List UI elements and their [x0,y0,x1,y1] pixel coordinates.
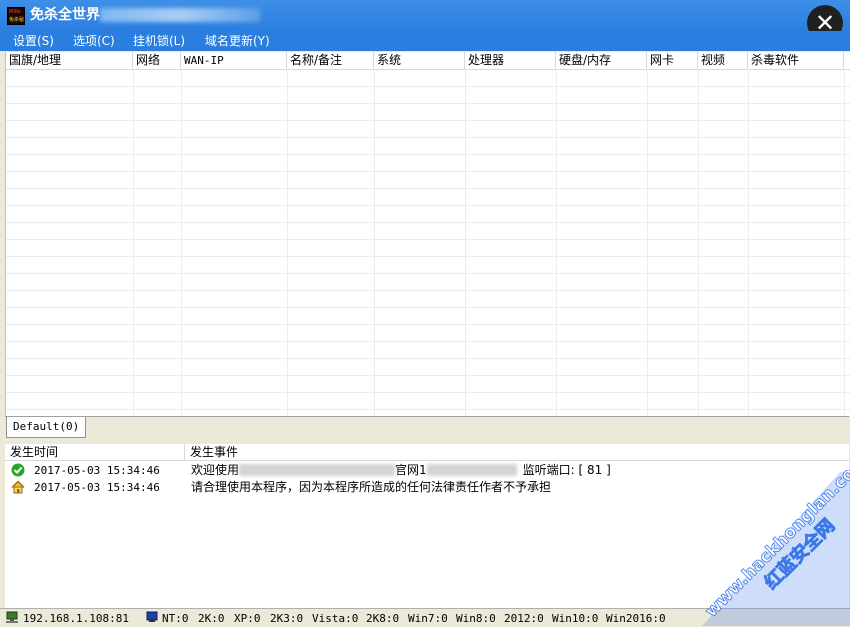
column-header-network[interactable]: 网络 [133,52,181,69]
app-logo-text-top: MiKe [9,9,21,15]
log-row[interactable]: 2017-05-03 15:34:46 请合理使用本程序，因为本程序所造成的任何… [5,479,849,496]
os-count: Vista:0 [312,612,359,625]
os-count: 2012:0 [504,612,544,625]
column-header-flag-geo[interactable]: 国旗/地理 [6,52,133,69]
grid-header: 国旗/地理 网络 WAN-IP 名称/备注 系统 处理器 硬盘/内存 网卡 视频… [6,52,850,70]
log-message: 请合理使用本程序，因为本程序所造成的任何法律责任作者不予承担 [191,480,552,494]
check-icon [11,463,25,477]
os-count: XP:0 [234,612,261,625]
app-logo-icon: MiKe 免杀秘 [7,7,25,25]
log-time: 2017-05-03 15:34:46 [34,481,160,494]
listen-address: 192.168.1.108:81 [23,612,129,625]
log-message-suffix: 监听端口: [ 81 ] [522,463,611,477]
menu-options[interactable]: 选项(C) [73,33,115,49]
log-message-site-fragment: 1 [419,463,427,477]
group-tab-strip: Default(0) [5,416,849,439]
column-header-system[interactable]: 系统 [374,52,465,69]
menu-bar: 设置(S) 选项(C) 挂机锁(L) 域名更新(Y) [0,31,850,51]
grid-column-line [748,69,749,416]
status-bar: 192.168.1.108:81 NT:0 2K:0 XP:0 2K3:0 Vista:… [0,608,850,627]
menu-domain-update[interactable]: 域名更新(Y) [205,33,270,49]
column-header-antivirus[interactable]: 杀毒软件 [748,52,844,69]
log-message-prefix: 欢迎使用 [191,463,240,477]
grid-column-line [287,69,288,416]
log-message-site: 官网 [395,463,420,477]
os-count: Win2016:0 [606,612,666,625]
menu-settings[interactable]: 设置(S) [13,33,54,49]
home-icon [11,480,25,494]
title-redacted-area [100,8,260,22]
log-column-time[interactable]: 发生时间 [5,444,185,461]
grid-column-line [374,69,375,416]
column-header-wan-ip[interactable]: WAN-IP [181,52,287,69]
title-bar: MiKe 免杀秘 免杀全世界 [0,0,850,31]
redacted-text [239,464,396,476]
os-count: Win10:0 [552,612,599,625]
log-time: 2017-05-03 15:34:46 [34,464,160,477]
os-count: 2K3:0 [270,612,304,625]
window-title: 免杀全世界 [30,7,100,23]
os-count: 2K8:0 [366,612,400,625]
column-header-disk-memory[interactable]: 硬盘/内存 [556,52,647,69]
column-header-name-note[interactable]: 名称/备注 [287,52,374,69]
column-header-video[interactable]: 视频 [698,52,748,69]
event-log-list[interactable]: 发生时间 发生事件 2017-05-03 15:34:46 欢迎使用 官网1 监听端… [5,444,849,608]
app-logo-text-bottom: 免杀秘 [9,17,25,23]
menu-hang-lock[interactable]: 挂机锁(L) [133,33,185,49]
computer-icon [146,611,158,622]
column-header-nic[interactable]: 网卡 [647,52,698,69]
grid-column-line [698,69,699,416]
grid-column-line [133,69,134,416]
os-count: Win7:0 [408,612,448,625]
tab-default[interactable]: Default(0) [6,417,87,438]
log-row[interactable]: 2017-05-03 15:34:46 欢迎使用 官网1 监听端口: [ 81 ] [5,462,849,479]
grid-column-line [181,69,182,416]
os-count: 2K:0 [198,612,225,625]
os-count: NT:0 [162,612,189,625]
grid-column-line [844,69,845,416]
grid-column-line [465,69,466,416]
grid-column-line [556,69,557,416]
grid-column-line [647,69,648,416]
os-count: Win8:0 [456,612,496,625]
log-column-event[interactable]: 发生事件 [185,444,849,461]
redacted-text [426,464,517,476]
host-list-grid[interactable]: 国旗/地理 网络 WAN-IP 名称/备注 系统 处理器 硬盘/内存 网卡 视频… [5,52,850,416]
network-icon [6,611,18,623]
column-header-cpu[interactable]: 处理器 [465,52,556,69]
log-message: 欢迎使用 官网1 监听端口: [ 81 ] [191,462,611,479]
